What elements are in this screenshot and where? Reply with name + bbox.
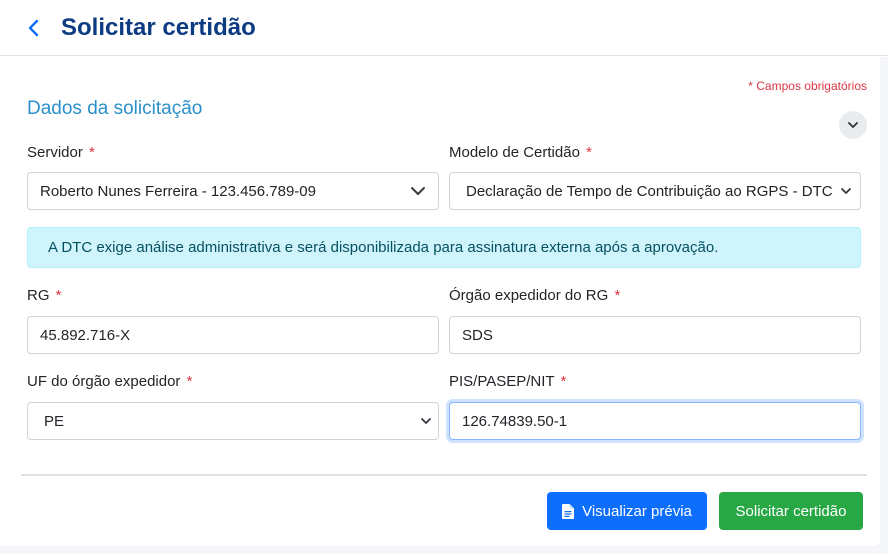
pis-value: 126.74839.50-1 [462, 412, 568, 430]
pis-pasep-nit-input[interactable]: 126.74839.50-1 [449, 402, 861, 440]
document-icon [562, 503, 575, 519]
page-content: * Campos obrigatórios Dados da solicitaç… [0, 57, 888, 554]
required-mark: * [614, 287, 621, 304]
page-header: Solicitar certidão [0, 0, 888, 56]
pis-label: PIS/PASEP/NIT * [449, 373, 566, 390]
required-mark: * [55, 287, 62, 304]
required-mark: * [586, 144, 592, 161]
divider [21, 474, 867, 476]
chevron-left-icon [28, 19, 39, 37]
rg-value: 45.892.716-X [40, 326, 131, 344]
collapse-section-button[interactable] [839, 111, 867, 139]
modelo-label-text: Modelo de Certidão [449, 144, 580, 161]
servidor-value: Roberto Nunes Ferreira - 123.456.789-09 [40, 182, 316, 200]
uf-label: UF do órgão expedidor * [27, 373, 192, 390]
orgao-label-text: Órgão expedidor do RG [449, 287, 609, 304]
uf-label-text: UF do órgão expedidor [27, 373, 181, 390]
uf-value: PE [44, 412, 65, 430]
uf-select[interactable]: PE [27, 402, 439, 440]
orgao-expedidor-input[interactable]: SDS [449, 316, 861, 354]
modelo-select[interactable]: Declaração de Tempo de Contribuição ao R… [449, 172, 861, 210]
section-title: Dados da solicitação [27, 98, 203, 119]
submit-button[interactable]: Solicitar certidão [719, 492, 863, 530]
servidor-label-text: Servidor [27, 144, 83, 161]
orgao-label: Órgão expedidor do RG * [449, 287, 620, 304]
servidor-select[interactable]: Roberto Nunes Ferreira - 123.456.789-09 [27, 172, 439, 210]
rg-input[interactable]: 45.892.716-X [27, 316, 439, 354]
rg-label: RG * [27, 287, 62, 304]
required-mark: * [89, 144, 95, 161]
page-title: Solicitar certidão [61, 14, 256, 41]
rg-label-text: RG [27, 287, 50, 304]
preview-button-label: Visualizar prévia [582, 502, 692, 520]
required-mark: * [186, 373, 193, 390]
info-alert: A DTC exige análise administrativa e ser… [27, 227, 861, 268]
servidor-label: Servidor * [27, 144, 95, 161]
chevron-down-icon [848, 122, 858, 128]
chevron-down-icon [411, 187, 425, 195]
pis-label-text: PIS/PASEP/NIT [449, 373, 555, 390]
chevron-down-icon [421, 418, 431, 424]
preview-button[interactable]: Visualizar prévia [547, 492, 707, 530]
chevron-down-icon [841, 188, 851, 194]
form-card: * Campos obrigatórios Dados da solicitaç… [0, 57, 880, 546]
submit-button-label: Solicitar certidão [735, 502, 847, 520]
required-fields-note: * Campos obrigatórios [748, 79, 867, 93]
back-button[interactable] [22, 14, 46, 42]
modelo-value: Declaração de Tempo de Contribuição ao R… [466, 182, 833, 200]
modelo-label: Modelo de Certidão * [449, 144, 592, 161]
orgao-value: SDS [462, 326, 493, 344]
required-mark: * [560, 373, 567, 390]
